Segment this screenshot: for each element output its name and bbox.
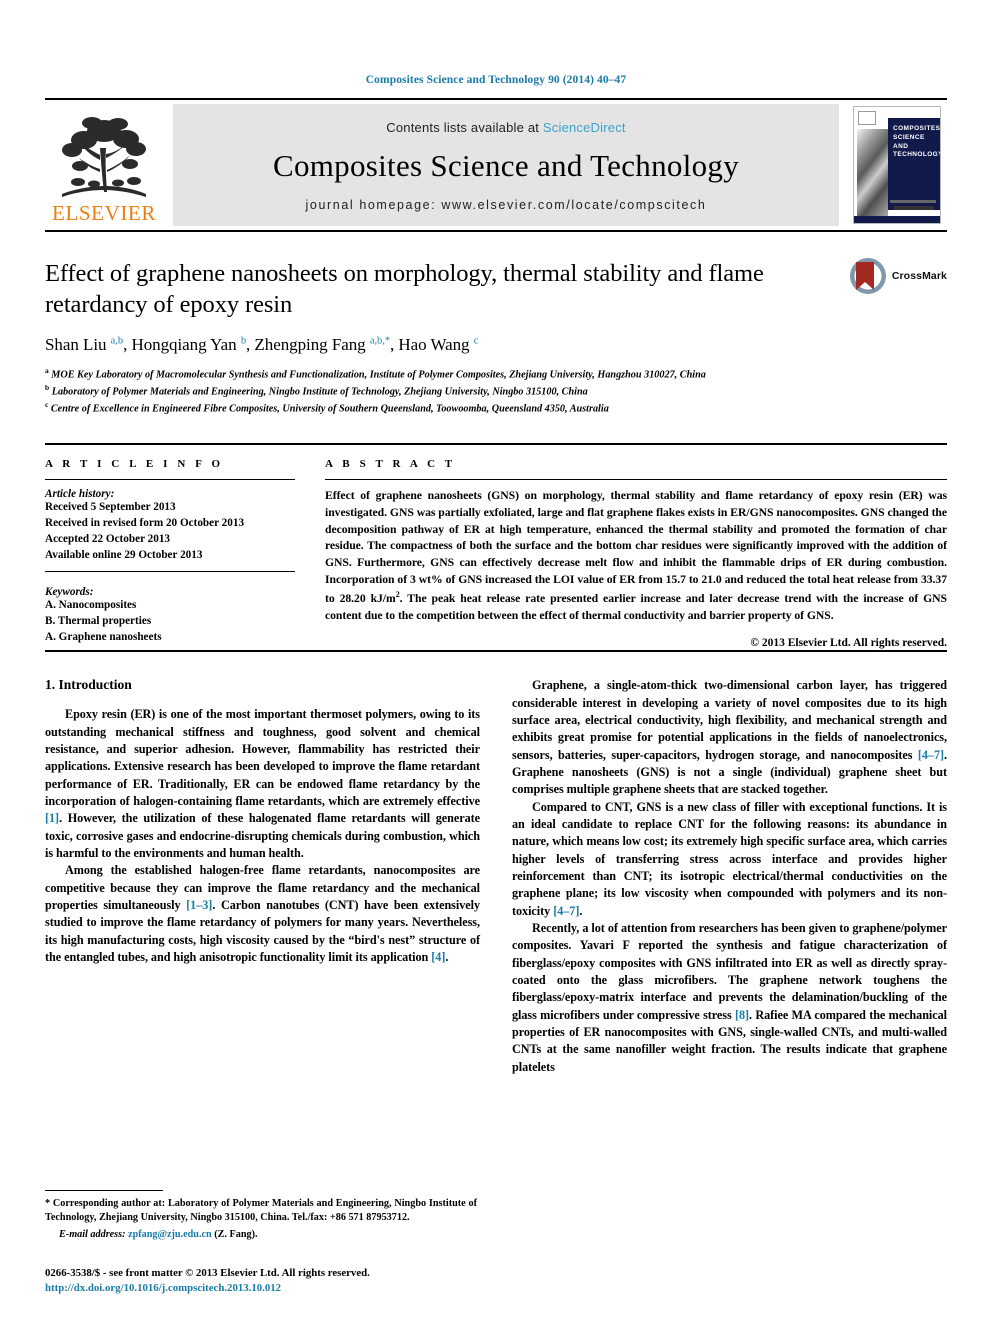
body-columns: 1. Introduction Epoxy resin (ER) is one …	[45, 677, 947, 1076]
affiliation-b: b Laboratory of Polymer Materials and En…	[45, 383, 947, 400]
contents-prefix: Contents lists available at	[386, 120, 543, 135]
cover-image: COMPOSITES SCIENCE AND TECHNOLOGY	[853, 106, 941, 224]
affiliation-text-b: Laboratory of Polymer Materials and Engi…	[51, 386, 588, 398]
paragraph-left-2: Among the established halogen-free flame…	[45, 863, 480, 965]
cover-title-block: COMPOSITES SCIENCE AND TECHNOLOGY	[888, 118, 940, 210]
keyword-item-3: A. Graphene nanosheets	[45, 631, 162, 644]
crossmark-badge[interactable]: CrossMark	[848, 256, 947, 296]
paragraph-right-3: Recently, a lot of attention from resear…	[512, 921, 948, 1074]
affiliation-a: a MOE Key Laboratory of Macromolecular S…	[45, 366, 947, 383]
affiliation-c: c Centre of Excellence in Engineered Fib…	[45, 400, 947, 417]
email-suffix: (Z. Fang).	[214, 1228, 258, 1240]
footnote-area: * Corresponding author at: Laboratory of…	[45, 1189, 477, 1296]
section-heading-introduction: 1. Introduction	[45, 677, 132, 693]
page-title: Effect of graphene nanosheets on morphol…	[45, 260, 764, 319]
contents-available-line: Contents lists available at ScienceDirec…	[386, 120, 625, 135]
abstract-bottom-rule	[45, 650, 947, 653]
email-label: E-mail address:	[59, 1228, 126, 1240]
journal-homepage-link[interactable]: journal homepage: www.elsevier.com/locat…	[306, 198, 707, 212]
corresponding-author-note: * Corresponding author at: Laboratory of…	[45, 1197, 477, 1224]
abstract-column: A B S T R A C T Effect of graphene nanos…	[311, 445, 947, 650]
elsevier-logo: ELSEVIER	[45, 104, 163, 226]
abstract-copyright: © 2013 Elsevier Ltd. All rights reserved…	[750, 637, 947, 650]
email-note: E-mail address: zpfang@zju.edu.cn (Z. Fa…	[45, 1228, 477, 1242]
elsevier-tree-icon	[62, 117, 146, 197]
paragraph-right-2: Compared to CNT, GNS is a new class of f…	[512, 799, 947, 918]
journal-title: Composites Science and Technology	[272, 148, 740, 183]
elsevier-wordmark: ELSEVIER	[52, 201, 156, 225]
affiliation-mark-a: a	[45, 366, 49, 376]
keywords-label: Keywords:	[45, 586, 94, 599]
doi-link[interactable]: http://dx.doi.org/10.1016/j.compscitech.…	[45, 1281, 477, 1296]
keywords-rule	[45, 571, 295, 573]
crossmark-icon	[849, 258, 886, 294]
abstract-heading: A B S T R A C T	[325, 457, 456, 470]
masthead-banner: Contents lists available at ScienceDirec…	[173, 104, 839, 226]
affiliation-list: a MOE Key Laboratory of Macromolecular S…	[45, 366, 947, 417]
journal-cover-thumbnail: COMPOSITES SCIENCE AND TECHNOLOGY	[847, 104, 947, 226]
history-received: Received 5 September 2013	[45, 500, 176, 513]
article-page: Composites Science and Technology 90 (20…	[0, 0, 992, 1323]
info-abstract-section: A R T I C L E I N F O Article history: R…	[45, 442, 947, 650]
abstract-rule	[325, 478, 947, 480]
email-link[interactable]: zpfang@zju.edu.cn	[128, 1229, 212, 1240]
article-info-heading: A R T I C L E I N F O	[45, 457, 224, 470]
abstract-text: Effect of graphene nanosheets (GNS) on m…	[325, 488, 947, 622]
cover-title-text: COMPOSITES SCIENCE AND TECHNOLOGY	[893, 125, 941, 159]
author-list: Shan Liu a,b, Hongqiang Yan b, Zhengping…	[45, 335, 479, 355]
paragraph-right-1: Graphene, a single-atom-thick two-dimens…	[512, 678, 947, 797]
keyword-item-1: A. Nanocomposites	[45, 599, 137, 612]
issn-line: 0266-3538/$ - see front matter © 2013 El…	[45, 1266, 370, 1279]
paragraph-left-1: Epoxy resin (ER) is one of the most impo…	[45, 707, 480, 861]
history-accepted: Accepted 22 October 2013	[45, 532, 171, 545]
title-block: CrossMark Effect of graphene nanosheets …	[45, 232, 947, 417]
history-revised: Received in revised form 20 October 2013	[45, 516, 245, 529]
body-left-column: 1. Introduction Epoxy resin (ER) is one …	[45, 677, 480, 1076]
keywords-block: Keywords: A. Nanocomposites B. Thermal p…	[45, 586, 295, 646]
sciencedirect-link[interactable]: ScienceDirect	[543, 120, 626, 135]
affiliation-mark-b: b	[45, 383, 50, 393]
footnote-rule	[45, 1189, 163, 1191]
journal-masthead: ELSEVIER Contents lists available at Sci…	[45, 98, 947, 226]
history-online: Available online 29 October 2013	[45, 548, 203, 561]
keyword-item-2: B. Thermal properties	[45, 615, 152, 628]
article-info-rule	[45, 478, 295, 480]
affiliation-text-c: Centre of Excellence in Engineered Fibre…	[50, 403, 609, 415]
affiliation-mark-c: c	[45, 399, 49, 409]
body-right-column: Graphene, a single-atom-thick two-dimens…	[512, 677, 947, 1076]
running-head: Composites Science and Technology 90 (20…	[365, 74, 627, 86]
article-info-column: A R T I C L E I N F O Article history: R…	[45, 445, 311, 650]
cover-subtitle-bar	[890, 200, 936, 203]
affiliation-text-a: MOE Key Laboratory of Macromolecular Syn…	[51, 369, 706, 381]
article-history-label: Article history:	[45, 487, 115, 500]
cover-logo-bar	[894, 206, 934, 210]
cover-bottom-strip	[854, 216, 940, 223]
issn-block: 0266-3538/$ - see front matter © 2013 El…	[45, 1266, 477, 1296]
crossmark-label: CrossMark	[891, 270, 947, 282]
cover-publisher-mark	[858, 111, 876, 125]
cover-photo	[857, 129, 888, 219]
